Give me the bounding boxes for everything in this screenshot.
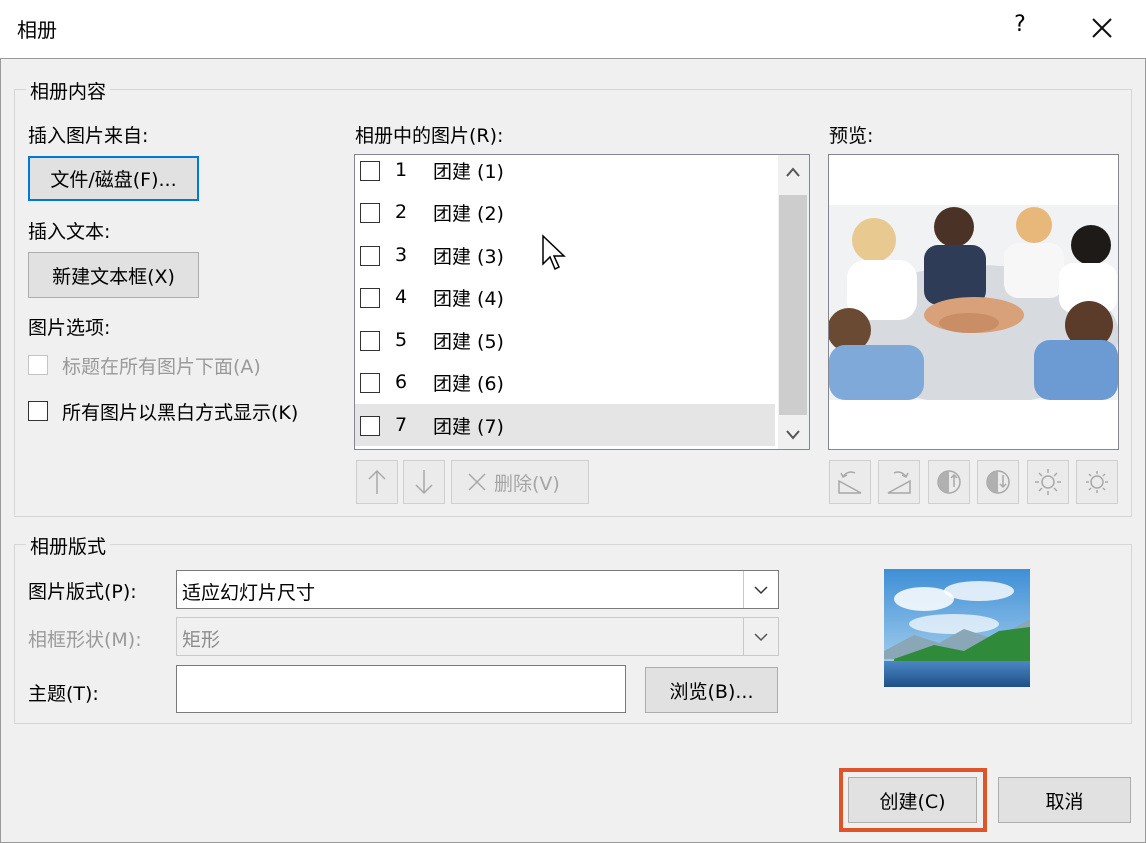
list-item[interactable]: 2 团建 (2) bbox=[355, 191, 775, 233]
contrast-increase-icon bbox=[937, 470, 961, 494]
caption-checkbox[interactable] bbox=[28, 355, 48, 375]
pictures-listbox[interactable]: 1 团建 (1) 2 团建 (2) 3 团建 (3) 4 团建 (4) 5 团建… bbox=[354, 154, 810, 450]
delete-button[interactable]: 删除(V) bbox=[451, 460, 589, 504]
arrow-up-icon bbox=[368, 469, 386, 494]
picture-checkbox[interactable] bbox=[360, 331, 380, 351]
chevron-down-icon[interactable] bbox=[743, 618, 778, 655]
brightness-up-button[interactable] bbox=[1027, 460, 1069, 504]
theme-label: 主题(T): bbox=[28, 683, 99, 705]
picture-checkbox[interactable] bbox=[360, 246, 380, 266]
scroll-up-icon[interactable] bbox=[785, 163, 801, 182]
picture-layout-label: 图片版式(P): bbox=[28, 581, 137, 603]
list-scrollbar[interactable] bbox=[778, 155, 809, 449]
arrow-down-icon bbox=[415, 470, 433, 495]
move-up-button[interactable] bbox=[356, 460, 398, 504]
preview-label: 预览: bbox=[829, 125, 874, 147]
picture-checkbox[interactable] bbox=[360, 373, 380, 393]
list-item-selected[interactable]: 7 团建 (7) bbox=[355, 404, 775, 446]
picture-checkbox[interactable] bbox=[360, 288, 380, 308]
frame-shape-label: 相框形状(M): bbox=[28, 629, 142, 651]
dialog-title: 相册 bbox=[17, 18, 57, 42]
list-item[interactable]: 4 团建 (4) bbox=[355, 276, 775, 318]
brightness-decrease-icon bbox=[1086, 471, 1108, 493]
picture-number: 7 bbox=[395, 414, 408, 436]
picture-name: 团建 (3) bbox=[433, 246, 504, 268]
rotate-right-button[interactable] bbox=[878, 460, 920, 504]
contrast-down-button[interactable] bbox=[977, 460, 1019, 504]
scroll-down-icon[interactable] bbox=[785, 425, 801, 444]
picture-number: 5 bbox=[395, 329, 408, 351]
picture-number: 6 bbox=[395, 371, 408, 393]
picture-name: 团建 (7) bbox=[433, 416, 504, 438]
insert-text-label: 插入文本: bbox=[28, 221, 111, 243]
album-layout-legend: 相册版式 bbox=[26, 532, 111, 559]
black-white-option-label: 所有图片以黑白方式显示(K) bbox=[62, 402, 299, 424]
picture-options-label: 图片选项: bbox=[28, 317, 111, 339]
picture-number: 1 bbox=[395, 159, 408, 181]
caption-option-label: 标题在所有图片下面(A) bbox=[62, 356, 261, 378]
picture-name: 团建 (5) bbox=[433, 331, 504, 353]
picture-name: 团建 (6) bbox=[433, 373, 504, 395]
help-button[interactable]: ? bbox=[1008, 12, 1032, 37]
delete-x-icon bbox=[468, 473, 486, 491]
picture-number: 2 bbox=[395, 201, 408, 223]
picture-layout-select[interactable]: 适应幻灯片尺寸 bbox=[176, 570, 779, 609]
title-bar bbox=[0, 0, 1146, 58]
theme-input[interactable] bbox=[176, 665, 626, 713]
mouse-cursor-icon bbox=[541, 234, 567, 278]
picture-layout-value: 适应幻灯片尺寸 bbox=[182, 582, 316, 604]
contrast-decrease-icon bbox=[986, 470, 1010, 494]
rotate-right-icon bbox=[887, 471, 911, 494]
album-content-legend: 相册内容 bbox=[26, 77, 111, 104]
new-textbox-button[interactable]: 新建文本框(X) bbox=[28, 252, 199, 298]
move-down-button[interactable] bbox=[403, 460, 445, 504]
list-item[interactable]: 1 团建 (1) bbox=[355, 155, 775, 191]
list-item[interactable]: 6 团建 (6) bbox=[355, 361, 775, 403]
picture-number: 4 bbox=[395, 286, 408, 308]
picture-checkbox[interactable] bbox=[360, 203, 380, 223]
picture-checkbox[interactable] bbox=[360, 161, 380, 181]
rotate-left-button[interactable] bbox=[829, 460, 871, 504]
picture-number: 3 bbox=[395, 244, 408, 266]
insert-from-label: 插入图片来自: bbox=[28, 125, 149, 147]
brightness-down-button[interactable] bbox=[1076, 460, 1118, 504]
frame-shape-select[interactable]: 矩形 bbox=[176, 617, 779, 656]
close-icon[interactable] bbox=[1088, 14, 1116, 42]
create-button[interactable]: 创建(C) bbox=[848, 777, 977, 823]
rotate-left-icon bbox=[838, 471, 862, 494]
brightness-increase-icon bbox=[1035, 469, 1061, 495]
picture-checkbox[interactable] bbox=[360, 416, 380, 436]
black-white-checkbox[interactable] bbox=[28, 401, 48, 421]
scroll-thumb[interactable] bbox=[779, 195, 807, 415]
frame-shape-value: 矩形 bbox=[182, 629, 221, 651]
cancel-button[interactable]: 取消 bbox=[998, 777, 1131, 823]
layout-preview-image bbox=[884, 569, 1030, 687]
preview-pane bbox=[828, 154, 1119, 450]
picture-name: 团建 (1) bbox=[433, 161, 504, 183]
picture-name: 团建 (4) bbox=[433, 288, 504, 310]
preview-photo-team-hands bbox=[829, 205, 1118, 400]
file-disk-button[interactable]: 文件/磁盘(F)... bbox=[28, 156, 199, 201]
delete-button-label: 删除(V) bbox=[494, 472, 560, 495]
contrast-up-button[interactable] bbox=[928, 460, 970, 504]
browse-button[interactable]: 浏览(B)... bbox=[645, 667, 778, 713]
picture-name: 团建 (2) bbox=[433, 203, 504, 225]
list-item[interactable]: 5 团建 (5) bbox=[355, 319, 775, 361]
pictures-in-album-label: 相册中的图片(R): bbox=[355, 125, 504, 147]
chevron-down-icon[interactable] bbox=[743, 571, 778, 608]
